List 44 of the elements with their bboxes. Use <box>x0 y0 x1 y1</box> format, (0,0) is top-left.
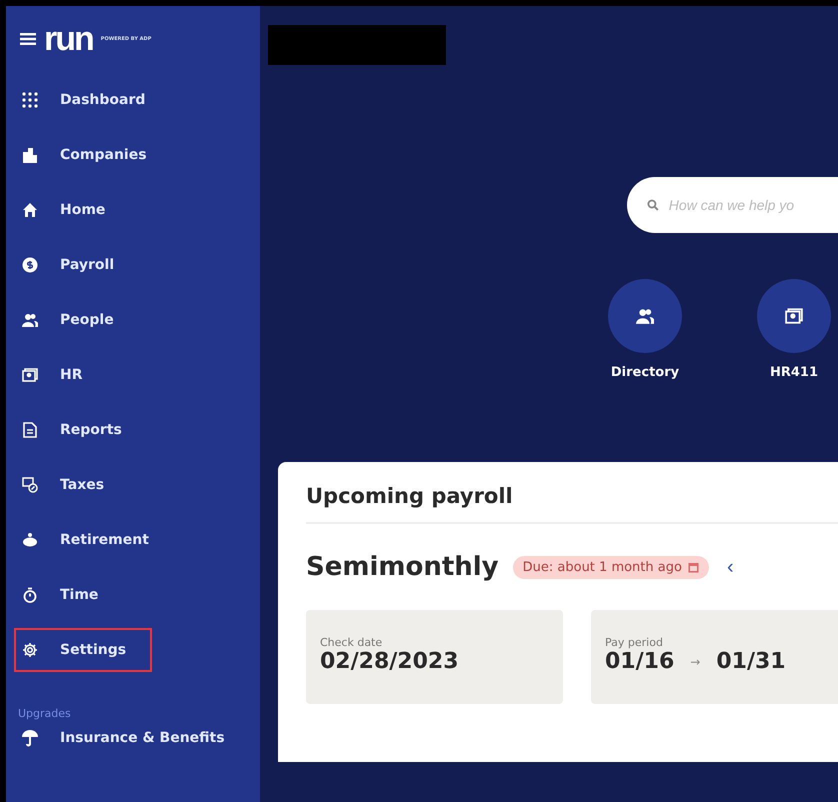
dollar-icon <box>22 257 38 273</box>
shortcut-label[interactable]: HR411 <box>770 365 818 380</box>
field-label: Check date <box>320 636 384 649</box>
nav-item[interactable]: Taxes <box>16 459 150 511</box>
nav-item[interactable]: Home <box>16 184 150 236</box>
tax-icon <box>22 477 38 493</box>
period-end: 01/31 <box>716 649 786 674</box>
nav-item[interactable]: People <box>16 294 150 346</box>
search-field[interactable]: How can we help yo <box>627 177 838 233</box>
arrow-glyph: → <box>690 654 700 668</box>
shortcut-label[interactable]: Directory <box>610 365 680 380</box>
grid-icon <box>22 92 38 108</box>
folder-icon <box>785 307 803 325</box>
search-input[interactable]: How can we help yo <box>666 196 838 214</box>
card-title: Upcoming payroll <box>306 484 838 524</box>
report-icon <box>22 422 38 438</box>
logo-text: run <box>44 24 93 54</box>
umbrella-icon <box>22 729 38 747</box>
search-icon <box>647 199 659 211</box>
nav-item[interactable]: Companies <box>16 129 150 181</box>
people-icon <box>636 307 654 325</box>
pay-frequency: Semimonthly <box>306 552 499 582</box>
home-icon <box>22 202 38 218</box>
previous-button[interactable]: ‹ <box>722 556 738 578</box>
buildings-icon <box>22 147 38 163</box>
nav-item[interactable]: Payroll <box>16 239 150 291</box>
calendar-icon <box>688 562 699 572</box>
folder-icon <box>22 367 38 383</box>
gear-icon <box>22 642 38 658</box>
due-badge: Due: about 1 month ago <box>512 556 709 578</box>
people-icon <box>22 312 38 328</box>
nav-item[interactable]: HR <box>16 349 150 401</box>
check-date-value: 02/28/2023 <box>320 649 460 674</box>
field-label: Pay period <box>605 636 664 649</box>
nav-item[interactable]: Reports <box>16 404 150 456</box>
nav-item[interactable]: Time <box>16 569 150 621</box>
nav-item[interactable]: Insurance & Benefits <box>16 720 246 756</box>
stopwatch-icon <box>22 587 38 603</box>
nav-item[interactable]: Dashboard <box>16 74 150 126</box>
period-start: 01/16 <box>605 649 674 674</box>
nav-item[interactable]: Settings <box>16 630 150 670</box>
nav-item[interactable]: Retirement <box>16 514 150 566</box>
section-label: Upgrades <box>18 706 72 720</box>
menu-icon[interactable] <box>20 33 36 45</box>
